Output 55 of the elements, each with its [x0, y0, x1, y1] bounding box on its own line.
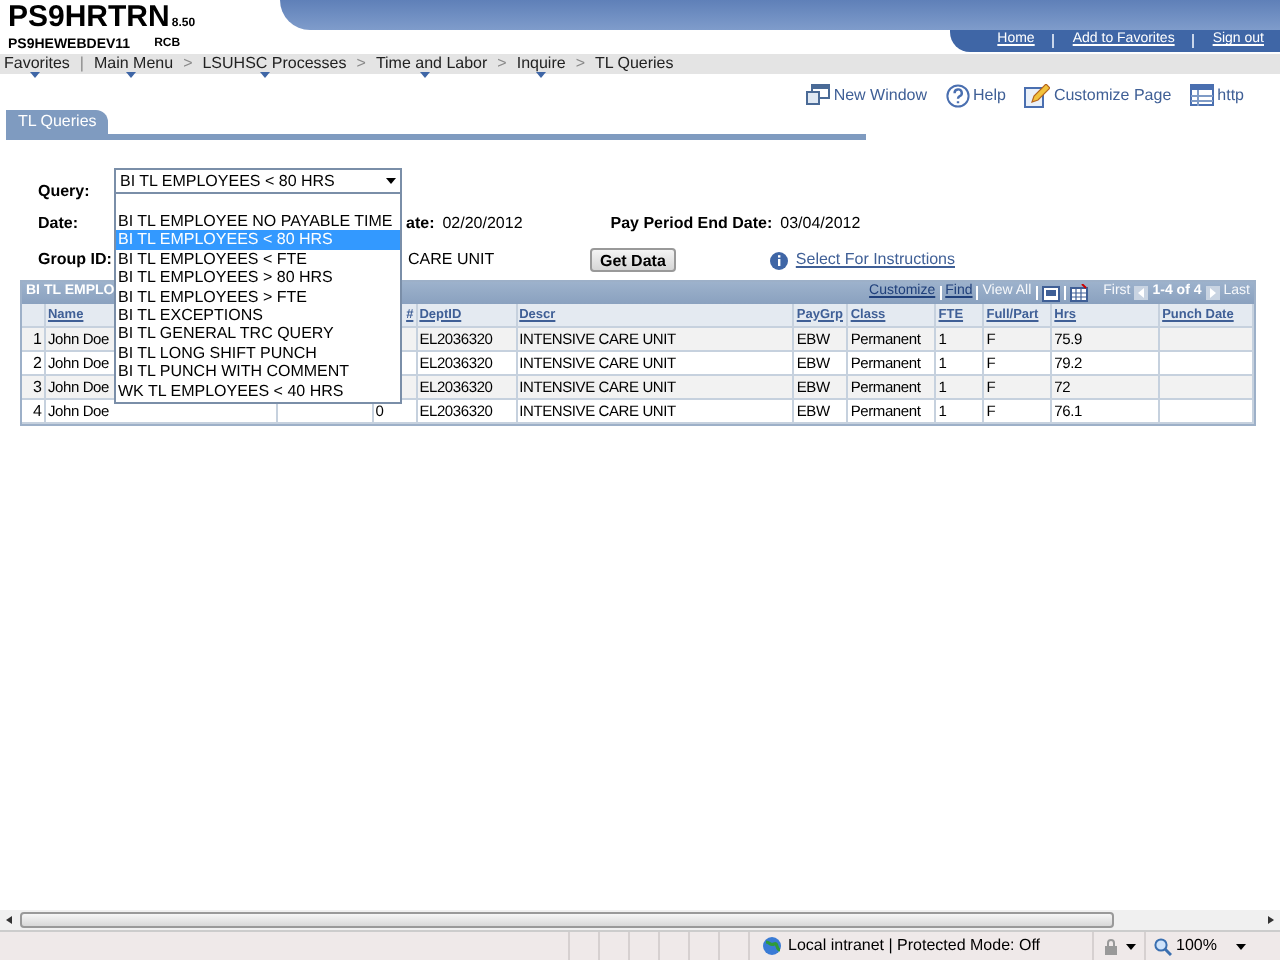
dropdown-option[interactable]: BI TL EMPLOYEE NO PAYABLE TIME	[116, 212, 400, 231]
dropdown-option[interactable]: BI TL EMPLOYEES > 80 HRS	[116, 268, 400, 288]
download-grid-icon[interactable]	[1069, 284, 1088, 302]
date-label: Date:	[38, 214, 79, 232]
instructions-link[interactable]: Select For Instructions	[795, 248, 955, 272]
edit-page-icon	[1023, 83, 1050, 107]
globe-icon	[762, 936, 782, 956]
query-label: Query:	[38, 180, 92, 204]
scrollbar-thumb[interactable]	[20, 912, 1114, 928]
get-data-button[interactable]: Get Data	[590, 248, 676, 272]
dropdown-option[interactable]: BI TL EMPLOYEES > FTE	[116, 287, 400, 306]
caret-icon[interactable]	[1126, 943, 1136, 949]
dropdown-option[interactable]: BI TL GENERAL TRC QUERY	[116, 324, 400, 344]
toolbar-link[interactable]: New Window	[805, 83, 927, 107]
begin-date-value: 02/20/2012	[442, 212, 525, 236]
breadcrumb-item[interactable]: Time and Labor	[375, 54, 488, 74]
caret-icon	[386, 178, 396, 184]
help-icon	[945, 83, 969, 107]
breadcrumb-separator: |	[79, 54, 84, 74]
caret-icon[interactable]	[1236, 943, 1247, 949]
dropdown-option[interactable]: BI TL EXCEPTIONS	[116, 305, 400, 325]
breadcrumb-item[interactable]: Inquire	[516, 54, 566, 74]
end-date-value: 03/04/2012	[780, 212, 861, 236]
row-number: 4	[33, 399, 42, 423]
dropdown-option[interactable]: BI TL LONG SHIFT PUNCH	[116, 343, 400, 363]
system-title: PS9HRTRN	[8, 2, 170, 32]
breadcrumb-item[interactable]: TL Queries	[594, 54, 674, 74]
breadcrumb-item[interactable]: Favorites	[4, 54, 70, 74]
breadcrumb-item[interactable]: Main Menu	[93, 54, 174, 74]
toolbar-link[interactable]: Help	[945, 83, 1006, 107]
toolbar-link[interactable]: http	[1189, 83, 1244, 107]
zoom-icon	[1154, 937, 1172, 955]
breadcrumb-separator: >	[575, 54, 585, 74]
dropdown-option[interactable]: WK TL EMPLOYEES < 40 HRS	[116, 381, 400, 400]
breadcrumb-separator: >	[356, 54, 366, 74]
security-zone: Local intranet | Protected Mode: Off	[788, 934, 1040, 958]
row-number: 3	[33, 375, 42, 399]
table-icon	[1189, 84, 1214, 106]
zoom-grid-icon[interactable]	[1041, 285, 1060, 301]
breadcrumb-item[interactable]: LSUHSC Processes	[202, 54, 347, 74]
group-description: CARE UNIT	[408, 248, 497, 272]
row-number: 2	[33, 351, 42, 375]
dropdown-option[interactable]: BI TL EMPLOYEES < FTE	[116, 249, 400, 269]
end-date-label: Pay Period End Date:	[610, 212, 773, 236]
toolbar-link[interactable]: Customize Page	[1023, 83, 1172, 107]
begin-date-label: ate:	[406, 212, 435, 236]
zoom-level[interactable]: 100%	[1176, 934, 1217, 958]
query-select[interactable]: BI TL EMPLOYEES < 80 HRS	[114, 168, 402, 194]
breadcrumb-separator: >	[183, 54, 193, 74]
breadcrumb-separator: >	[497, 54, 507, 74]
group-id-label: Group ID:	[38, 250, 112, 268]
row-number: 1	[33, 327, 42, 351]
info-icon	[769, 251, 788, 269]
dropdown-option[interactable]: BI TL PUNCH WITH COMMENT	[116, 362, 400, 382]
new-window-icon	[805, 84, 830, 106]
